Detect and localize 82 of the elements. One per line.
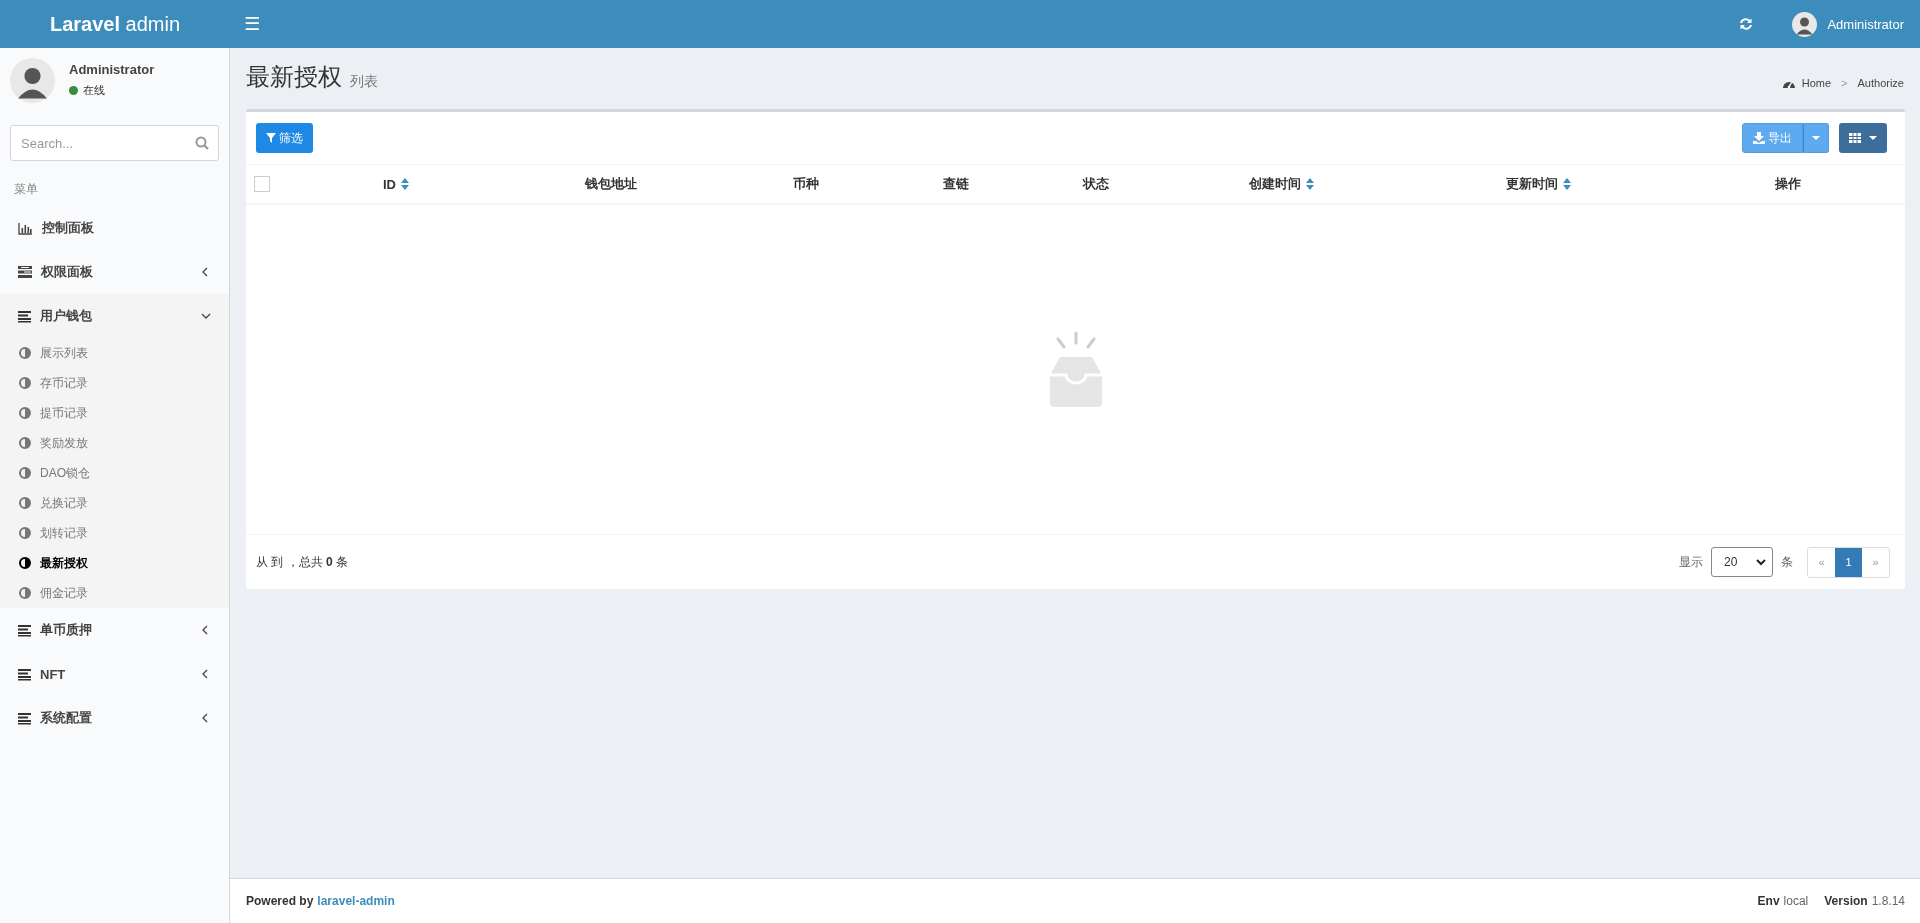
half-circle-icon bbox=[19, 497, 31, 509]
sort-icon[interactable] bbox=[401, 178, 409, 190]
submenu-item[interactable]: 展示列表 bbox=[0, 338, 229, 368]
footer-link[interactable]: laravel-admin bbox=[317, 894, 395, 908]
column-header: 查链 bbox=[943, 175, 969, 193]
chevron-down-icon bbox=[1756, 558, 1766, 566]
menu-item[interactable]: 用户钱包 bbox=[0, 294, 229, 338]
filter-button[interactable]: 筛选 bbox=[256, 123, 313, 153]
download-icon bbox=[1753, 132, 1765, 144]
half-circle-icon bbox=[19, 467, 31, 479]
submenu-item[interactable]: 最新授权 bbox=[0, 548, 229, 578]
half-circle-icon bbox=[19, 557, 31, 569]
version-label: Version bbox=[1824, 894, 1868, 908]
column-header: 更新时间 bbox=[1506, 175, 1558, 193]
bars-icon bbox=[18, 667, 31, 681]
search-icon[interactable] bbox=[195, 136, 209, 150]
column-header: 操作 bbox=[1775, 175, 1801, 193]
submenu-item[interactable]: 划转记录 bbox=[0, 518, 229, 548]
breadcrumb-link[interactable]: Home bbox=[1801, 77, 1832, 89]
search-field[interactable]: Search... bbox=[10, 125, 219, 161]
sort-icon[interactable] bbox=[1305, 178, 1314, 190]
half-circle-icon bbox=[19, 407, 31, 419]
per-page-unit: 条 bbox=[1781, 553, 1793, 571]
submenu-item[interactable]: 奖励发放 bbox=[0, 428, 229, 458]
menu-icon[interactable]: ☰ bbox=[244, 13, 261, 35]
user-avatar bbox=[10, 58, 55, 103]
column-header: 状态 bbox=[1083, 175, 1109, 193]
chart-icon bbox=[18, 221, 33, 235]
column-header: 钱包地址 bbox=[585, 175, 637, 193]
submenu-item[interactable]: 佣金记录 bbox=[0, 578, 229, 608]
powered-by-text: Powered by bbox=[246, 894, 314, 908]
menu-item[interactable]: 权限面板 bbox=[0, 250, 229, 294]
page-subtitle: 列表 bbox=[350, 73, 378, 91]
half-circle-icon bbox=[19, 437, 31, 449]
menu-item[interactable]: 单币质押 bbox=[0, 608, 229, 652]
record-summary: 从 到 ，总共 0 条 bbox=[256, 553, 349, 571]
column-header: 创建时间 bbox=[1248, 175, 1301, 193]
status-text: 在线 bbox=[83, 83, 105, 98]
menu-header: 菜单 bbox=[13, 181, 39, 198]
half-circle-icon bbox=[19, 587, 31, 599]
column-header: ID bbox=[383, 176, 396, 192]
user-avatar bbox=[1792, 11, 1818, 37]
previous-page-button[interactable]: « bbox=[1808, 547, 1835, 577]
list-icon bbox=[18, 265, 32, 279]
half-circle-icon bbox=[19, 527, 31, 539]
env-label: Env bbox=[1757, 894, 1780, 908]
grid-icon bbox=[1849, 133, 1861, 143]
next-page-button[interactable]: » bbox=[1862, 547, 1889, 577]
page-button[interactable]: 1 bbox=[1835, 547, 1862, 577]
caret-icon bbox=[1869, 136, 1877, 140]
half-circle-icon bbox=[19, 347, 31, 359]
columns-button[interactable] bbox=[1839, 123, 1887, 153]
menu-item[interactable]: 控制面板 bbox=[0, 206, 229, 250]
per-page-select[interactable]: 20 bbox=[1711, 547, 1773, 577]
bars-icon bbox=[18, 623, 31, 637]
export-button[interactable]: 导出 bbox=[1742, 123, 1803, 153]
select-all-checkbox[interactable] bbox=[254, 176, 270, 192]
page-title: 最新授权 bbox=[246, 62, 342, 92]
bars-icon bbox=[18, 711, 31, 725]
status-dot bbox=[69, 86, 78, 95]
menu-item[interactable]: NFT bbox=[0, 652, 229, 696]
filter-icon bbox=[266, 133, 276, 143]
refresh-icon[interactable] bbox=[1738, 16, 1755, 32]
submenu-item[interactable]: DAO锁仓 bbox=[0, 458, 229, 488]
per-page-label: 显示 bbox=[1679, 553, 1703, 571]
user-name[interactable]: Administrator bbox=[1827, 16, 1904, 32]
half-circle-icon bbox=[19, 377, 31, 389]
user-name: Administrator bbox=[69, 62, 155, 77]
sort-icon[interactable] bbox=[1563, 178, 1571, 190]
submenu-item[interactable]: 提币记录 bbox=[0, 398, 229, 428]
env-value: local bbox=[1783, 894, 1809, 908]
submenu-item[interactable]: 兑换记录 bbox=[0, 488, 229, 518]
export-dropdown-button[interactable] bbox=[1803, 123, 1829, 153]
chevron-down-icon[interactable] bbox=[201, 311, 211, 321]
version-value: 1.8.14 bbox=[1871, 894, 1905, 908]
caret-icon bbox=[1812, 136, 1820, 140]
bars-icon bbox=[18, 309, 31, 323]
menu-item[interactable]: 系统配置 bbox=[0, 696, 229, 740]
breadcrumb-separator: > bbox=[1840, 77, 1849, 89]
column-header: 币种 bbox=[793, 175, 819, 193]
app-logo[interactable]: Laravel admin bbox=[0, 12, 230, 36]
submenu-item[interactable]: 存币记录 bbox=[0, 368, 229, 398]
